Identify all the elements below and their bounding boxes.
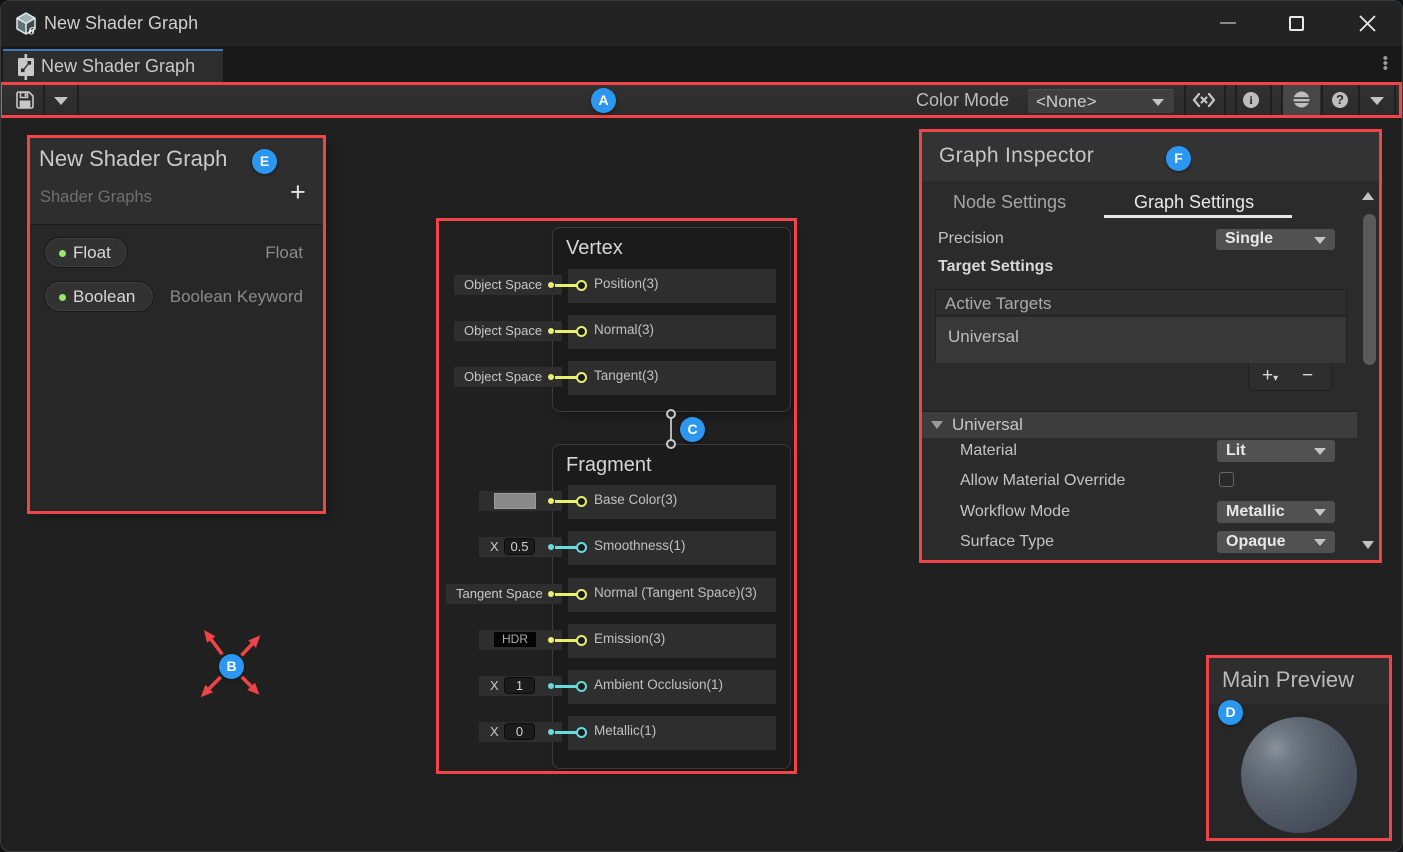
svg-text:6: 6	[29, 24, 35, 38]
